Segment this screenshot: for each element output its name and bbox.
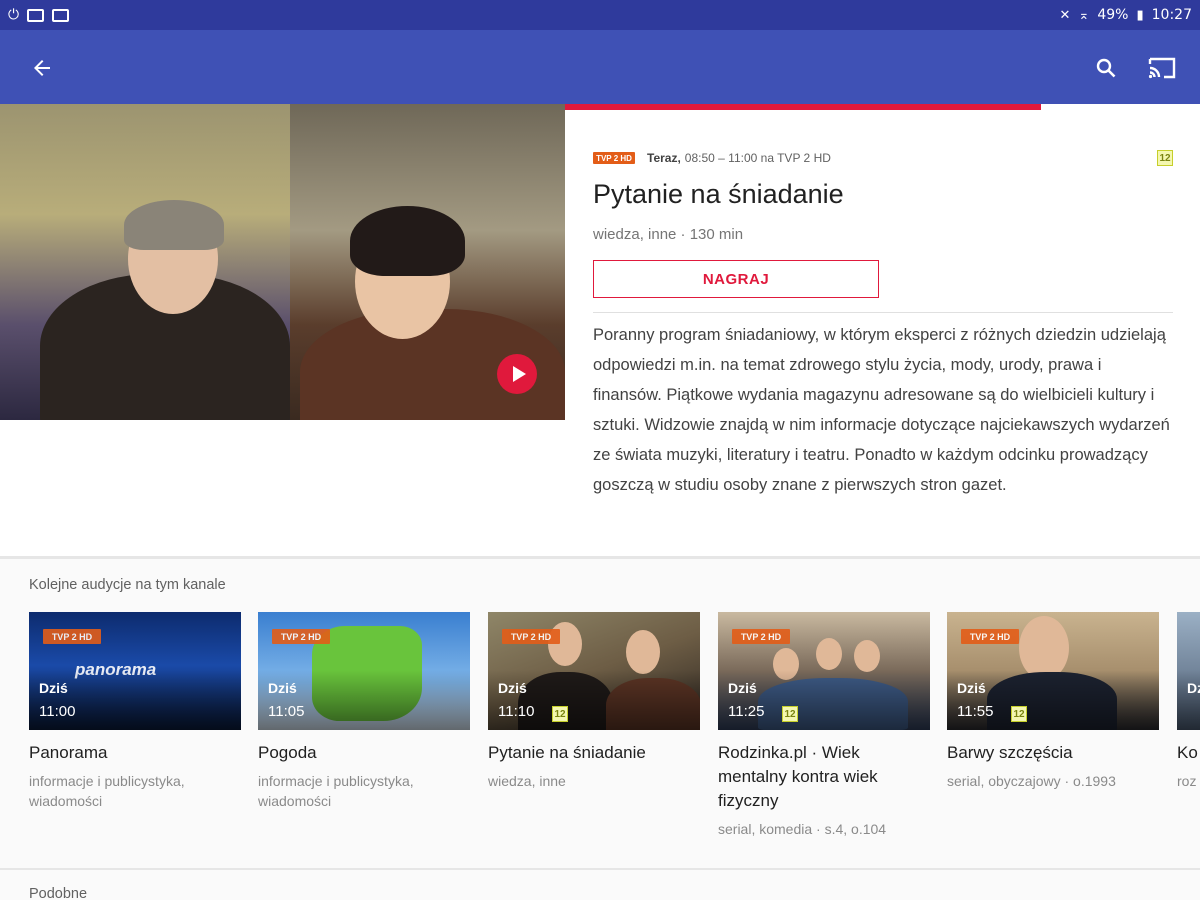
cast-icon <box>1148 57 1176 79</box>
play-button[interactable] <box>497 354 537 394</box>
program-card[interactable]: panorama TVP 2 HD Dziś 11:00 Panorama in… <box>29 612 241 811</box>
channel-logo: TVP 2 HD <box>272 629 330 644</box>
program-thumbnail: TVP 2 HD Dziś 11:25 12 <box>718 612 930 730</box>
program-day: Dziś <box>498 680 527 696</box>
program-thumbnail: TVP 2 HD Dziś 11:10 12 <box>488 612 700 730</box>
battery-icon: ▮ <box>1136 7 1144 23</box>
record-button[interactable]: NAGRAJ <box>593 260 879 298</box>
thumbnail-shade <box>1177 670 1200 730</box>
program-description: Poranny program śniadaniowy, w którym ek… <box>593 326 1170 494</box>
program-time: 11:00 <box>39 703 76 720</box>
search-button[interactable] <box>1086 48 1126 88</box>
age-rating-badge: 12 <box>782 706 798 722</box>
next-programs-list[interactable]: panorama TVP 2 HD Dziś 11:00 Panorama in… <box>0 612 1200 842</box>
image-figure <box>124 200 224 250</box>
program-card-title: Rodzinka.pl · Wiek mentalny kontra wiek … <box>718 743 878 810</box>
channel-logo: TVP 2 HD <box>961 629 1019 644</box>
age-rating-badge: 12 <box>1157 150 1173 166</box>
divider <box>593 312 1173 313</box>
program-subtitle: wiedza, inne · 130 min <box>593 226 744 243</box>
thumbnail-shade <box>29 670 241 730</box>
back-button[interactable] <box>22 48 62 88</box>
app-bar <box>0 30 1200 104</box>
program-card-genre: serial, komedia · s.4, o.104 <box>718 821 887 837</box>
clock: 10:27 <box>1151 7 1192 23</box>
age-rating-badge: 12 <box>1011 706 1027 722</box>
thumbnail-figure <box>854 640 880 672</box>
thumbnail-shade <box>718 670 930 730</box>
program-title: Pytanie na śniadanie <box>593 179 844 209</box>
thumbnail-figure <box>626 630 660 674</box>
program-time: 11:25 <box>728 703 765 720</box>
cast-button[interactable] <box>1142 48 1182 88</box>
play-icon <box>512 366 526 382</box>
arrow-back-icon <box>34 60 50 76</box>
next-programs-heading: Kolejne audycje na tym kanale <box>29 577 226 593</box>
status-bar: ⏻ ✕ ⌅ 49% ▮ 10:27 <box>0 0 1200 30</box>
message-icon <box>52 8 70 22</box>
program-thumbnail: TVP 2 HD Dziś 11:55 12 <box>947 612 1159 730</box>
search-icon <box>1096 58 1116 78</box>
thumbnail-figure <box>816 638 842 670</box>
time-range: 08:50 – 11:00 na TVP 2 HD <box>684 151 831 165</box>
program-progress-fill <box>565 104 1042 110</box>
program-thumbnail: Dziś <box>1177 612 1200 730</box>
notification-icon: ⏻ <box>8 7 20 23</box>
program-card[interactable]: TVP 2 HD Dziś 11:10 12 Pytanie na śniada… <box>488 612 700 791</box>
program-day: Dziś <box>1187 680 1200 696</box>
now-label: Teraz, <box>647 151 681 165</box>
program-card[interactable]: TVP 2 HD Dziś 11:25 12 Rodzinka.pl · Wie… <box>718 612 930 839</box>
similar-programs-heading: Podobne <box>29 886 88 900</box>
image-figure <box>350 206 465 276</box>
thumbnail-shade <box>258 670 470 730</box>
channel-logo: TVP 2 HD <box>593 152 635 164</box>
section-divider <box>0 556 1200 559</box>
program-card[interactable]: Dziś Ko roz <box>1177 612 1200 791</box>
program-time: 11:05 <box>268 703 305 720</box>
program-card-genre: informacje i publicystyka, wiadomości <box>258 773 414 809</box>
program-card-genre: roz <box>1177 773 1197 789</box>
program-image[interactable] <box>0 104 565 420</box>
broadcast-meta: TVP 2 HD Teraz, 08:50 – 11:00 na TVP 2 H… <box>593 150 1173 166</box>
program-time: 11:10 <box>498 703 535 720</box>
program-card-title: Pogoda <box>258 743 317 762</box>
mail-icon <box>27 8 45 22</box>
section-divider <box>0 868 1200 870</box>
thumbnail-shade <box>488 670 700 730</box>
wifi-icon: ⌅ <box>1078 7 1090 23</box>
program-card-title: Ko <box>1177 743 1198 762</box>
program-time: 11:55 <box>957 703 994 720</box>
program-day: Dziś <box>728 680 757 696</box>
status-system: ✕ ⌅ 49% ▮ 10:27 <box>1060 7 1192 23</box>
program-card-title: Panorama <box>29 743 108 762</box>
program-day: Dziś <box>268 680 297 696</box>
channel-logo: TVP 2 HD <box>43 629 101 644</box>
channel-logo: TVP 2 HD <box>502 629 560 644</box>
battery-percent: 49% <box>1097 7 1129 23</box>
age-rating-badge: 12 <box>552 706 568 722</box>
program-detail: TVP 2 HD Teraz, 08:50 – 11:00 na TVP 2 H… <box>0 104 1200 556</box>
program-card-genre: serial, obyczajowy · o.1993 <box>947 773 1116 789</box>
program-card-title: Pytanie na śniadanie <box>488 743 646 762</box>
channel-logo: TVP 2 HD <box>732 629 790 644</box>
program-day: Dziś <box>957 680 986 696</box>
program-day: Dziś <box>39 680 68 696</box>
program-card[interactable]: TVP 2 HD Dziś 11:55 12 Barwy szczęścia s… <box>947 612 1159 791</box>
program-card-genre: wiedza, inne <box>488 773 566 789</box>
mute-icon: ✕ <box>1059 7 1071 23</box>
program-thumbnail: TVP 2 HD Dziś 11:05 <box>258 612 470 730</box>
program-progress <box>565 104 1200 110</box>
program-card-genre: informacje i publicystyka, wiadomości <box>29 773 185 809</box>
thumbnail-shade <box>947 670 1159 730</box>
program-thumbnail: panorama TVP 2 HD Dziś 11:00 <box>29 612 241 730</box>
program-card-title: Barwy szczęścia <box>947 743 1073 762</box>
status-notifications: ⏻ <box>8 7 70 23</box>
program-card[interactable]: TVP 2 HD Dziś 11:05 Pogoda informacje i … <box>258 612 470 811</box>
